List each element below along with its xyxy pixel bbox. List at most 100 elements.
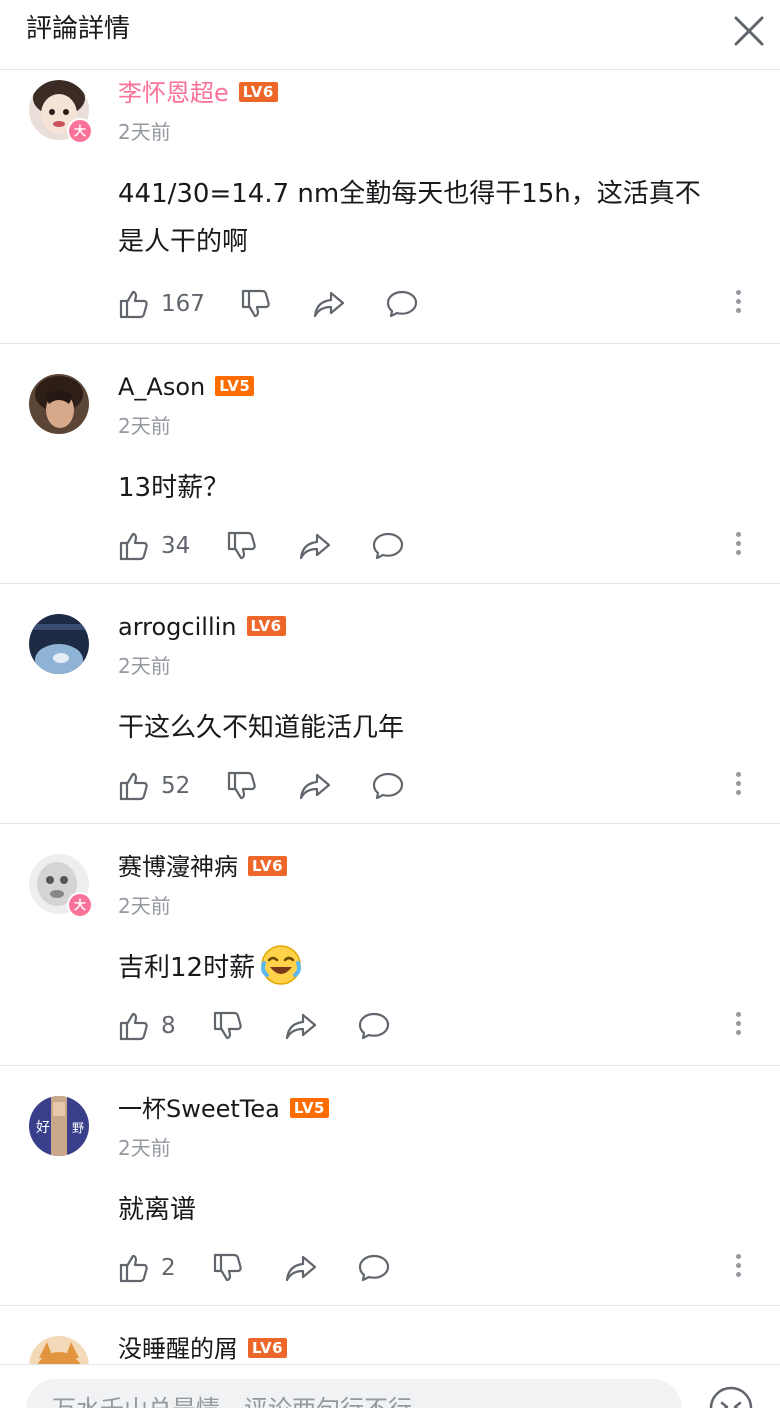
page-title: 評論詳情	[26, 14, 131, 44]
reply-button[interactable]	[357, 1008, 391, 1044]
share-icon	[313, 291, 345, 318]
like-count: 167	[161, 291, 205, 317]
comment-text: 干这么久不知道能活几年	[118, 704, 748, 752]
reply-input[interactable]	[26, 1379, 682, 1408]
level-badge: LV6	[246, 616, 286, 636]
comment-line: 就离谱	[118, 1195, 197, 1225]
like-button[interactable]: 8	[118, 1008, 178, 1044]
reply-bar	[0, 1364, 780, 1408]
thumbs-down-icon	[227, 771, 256, 800]
thumbs-up-icon	[119, 1254, 148, 1283]
laughing-crying-emoji-icon	[261, 944, 302, 985]
username-text: 李怀恩超e	[118, 79, 229, 107]
avatar[interactable]: 好 野	[29, 1096, 89, 1156]
comment-line: 13时薪？	[118, 473, 230, 503]
level-badge: LV6	[238, 82, 278, 102]
close-icon	[734, 16, 764, 46]
like-button[interactable]: 2	[118, 1250, 178, 1286]
comment-item: 没睡醒的屑 LV6	[0, 1306, 780, 1364]
share-button[interactable]	[284, 1008, 318, 1044]
comment-text: 就离谱	[118, 1186, 748, 1234]
username-text: A_Ason	[118, 373, 206, 401]
more-options-button[interactable]	[728, 1250, 748, 1286]
dislike-button[interactable]	[212, 1008, 246, 1044]
username[interactable]: arrogcillin LV6	[118, 612, 286, 642]
dislike-button[interactable]	[226, 528, 260, 564]
comment-time: 2天前	[118, 894, 171, 918]
share-icon	[285, 1255, 317, 1282]
reply-bubble-icon	[358, 1012, 390, 1040]
username[interactable]: A_Ason LV5	[118, 372, 255, 402]
more-vertical-icon	[728, 1012, 748, 1035]
username[interactable]: 一杯SweetTea LV5	[118, 1094, 329, 1124]
comment-item: A_Ason LV5 2天前 13时薪？ 34	[0, 344, 780, 584]
like-count: 8	[161, 1013, 176, 1039]
reply-bubble-icon	[386, 290, 418, 318]
share-button[interactable]	[298, 528, 332, 564]
comment-line-text: 吉利12时薪	[118, 953, 256, 983]
like-count: 34	[161, 533, 191, 559]
avatar-text: 野	[72, 1121, 84, 1135]
avatar[interactable]	[29, 614, 89, 674]
dislike-button[interactable]	[226, 768, 260, 804]
more-options-button[interactable]	[728, 1008, 748, 1044]
comment-actions: 8	[118, 1008, 758, 1044]
username[interactable]: 赛博濅神病 LV6	[118, 852, 288, 882]
comment-time: 2天前	[118, 414, 171, 438]
reply-button[interactable]	[357, 1250, 391, 1286]
share-icon	[299, 533, 331, 560]
like-count: 52	[161, 773, 191, 799]
like-button[interactable]: 167	[118, 286, 205, 322]
dislike-button[interactable]	[240, 286, 274, 322]
dislike-button[interactable]	[212, 1250, 246, 1286]
comment-time: 2天前	[118, 654, 171, 678]
reply-button[interactable]	[385, 286, 419, 322]
comment-actions: 52	[118, 768, 758, 804]
more-vertical-icon	[728, 1254, 748, 1277]
like-button[interactable]: 52	[118, 768, 191, 804]
username-text: 没睡醒的屑	[118, 1335, 238, 1363]
share-button[interactable]	[312, 286, 346, 322]
more-vertical-icon	[728, 290, 748, 313]
more-vertical-icon	[728, 532, 748, 555]
thumbs-down-icon	[227, 531, 256, 560]
comment-text: 吉利12时薪	[118, 944, 748, 992]
username-text: 一杯SweetTea	[118, 1095, 280, 1123]
avatar[interactable]	[29, 374, 89, 434]
like-button[interactable]: 34	[118, 528, 191, 564]
vip-badge: 大	[67, 892, 93, 918]
header-bar: 評論詳情	[0, 0, 780, 70]
avatar[interactable]	[29, 1336, 89, 1364]
comment-actions: 34	[118, 528, 758, 564]
level-badge: LV5	[215, 376, 255, 396]
comment-item: 大 赛博濅神病 LV6 2天前 吉利12时薪 8	[0, 824, 780, 1066]
reply-button[interactable]	[371, 768, 405, 804]
level-badge: LV6	[248, 1338, 288, 1358]
comment-actions: 167	[118, 286, 758, 322]
thumbs-down-icon	[213, 1253, 242, 1282]
comment-item: 大 李怀恩超e LV6 2天前 441/30=14.7 nm全勤每天也得干15h，…	[0, 70, 780, 344]
username[interactable]: 李怀恩超e LV6	[118, 78, 278, 108]
comment-time: 2天前	[118, 1136, 171, 1160]
more-options-button[interactable]	[728, 528, 748, 564]
username-text: 赛博濅神病	[118, 853, 238, 881]
share-button[interactable]	[284, 1250, 318, 1286]
emoji-button[interactable]	[708, 1385, 754, 1408]
reply-button[interactable]	[371, 528, 405, 564]
comment-line: 441/30=14.7 nm全勤每天也得干15h，这活真不	[118, 179, 701, 209]
more-options-button[interactable]	[728, 768, 748, 804]
level-badge: LV6	[248, 856, 288, 876]
username[interactable]: 没睡醒的屑 LV6	[118, 1334, 288, 1364]
comment-list[interactable]: 大 李怀恩超e LV6 2天前 441/30=14.7 nm全勤每天也得干15h，…	[0, 70, 780, 1364]
comment-line: 干这么久不知道能活几年	[118, 713, 405, 743]
more-options-button[interactable]	[728, 286, 748, 322]
share-button[interactable]	[298, 768, 332, 804]
reply-bubble-icon	[372, 532, 404, 560]
share-icon	[285, 1013, 317, 1040]
username-text: arrogcillin	[118, 613, 237, 641]
thumbs-up-icon	[119, 1012, 148, 1041]
reply-bubble-icon	[372, 772, 404, 800]
comment-text: 13时薪？	[118, 464, 748, 512]
comment-actions: 2	[118, 1250, 758, 1286]
close-button[interactable]	[728, 10, 770, 52]
